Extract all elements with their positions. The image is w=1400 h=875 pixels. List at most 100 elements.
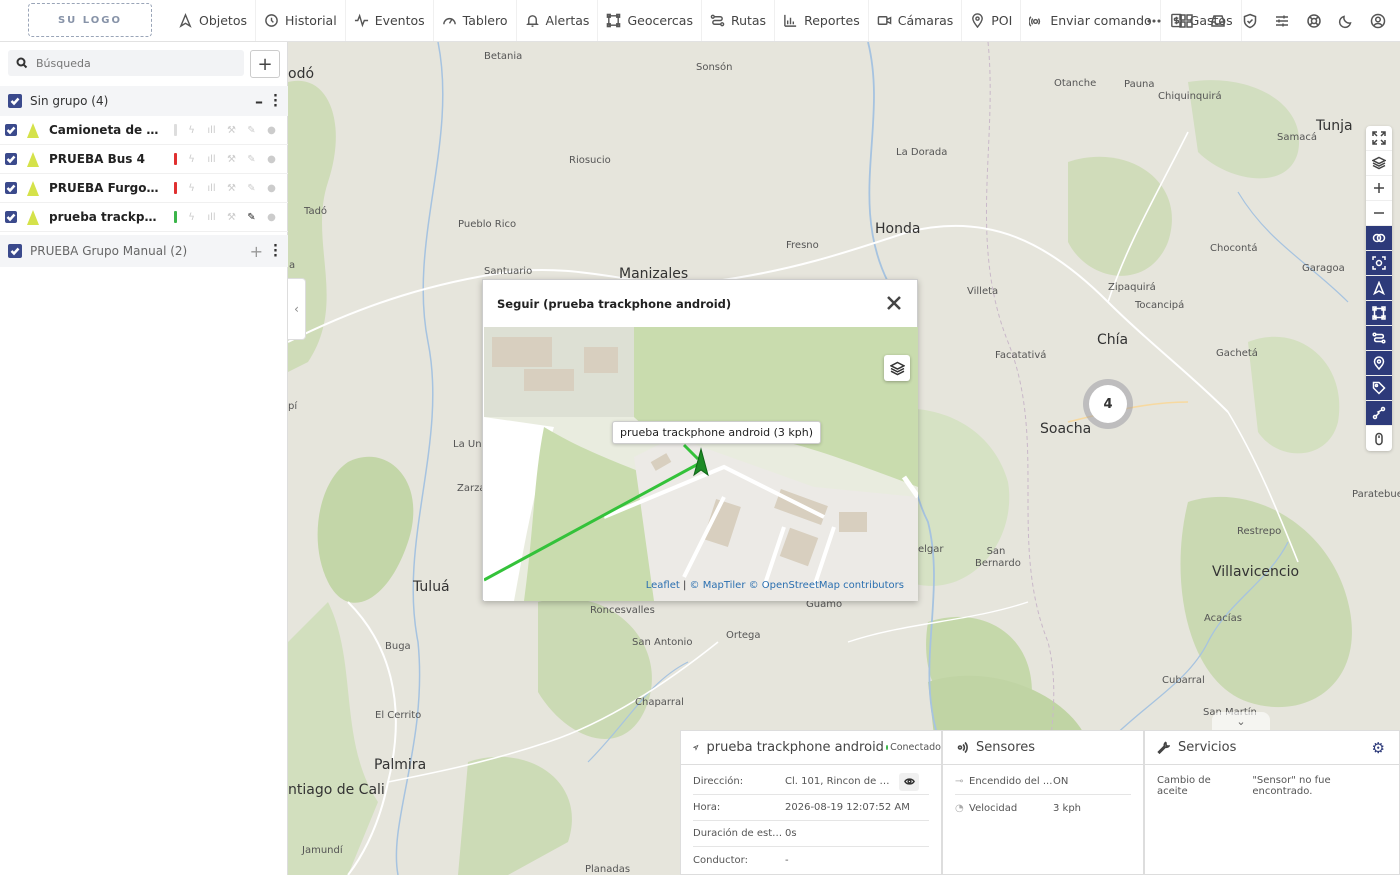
object-info-header: prueba trackphone android Conectado — [681, 731, 941, 765]
object-checkbox[interactable] — [5, 211, 17, 223]
group-checkbox[interactable] — [8, 244, 22, 258]
status-bar — [174, 211, 177, 223]
inbox-button[interactable] — [1202, 0, 1234, 41]
nav-historial[interactable]: Historial — [256, 0, 346, 41]
search-input[interactable] — [36, 56, 216, 70]
follow-window-header[interactable]: Seguir (prueba trackphone android) — [483, 280, 917, 327]
mouse-mode-button[interactable] — [1366, 426, 1392, 451]
map-label: Pueblo Rico — [458, 219, 517, 230]
map-label: Acacías — [1204, 613, 1242, 624]
object-checkbox[interactable] — [5, 153, 17, 165]
group-menu-button[interactable]: · · · — [273, 90, 278, 113]
check-icon — [6, 213, 16, 222]
object-name: prueba trackphon... — [49, 210, 159, 224]
map-label: Facatativá — [995, 350, 1047, 361]
search-box[interactable] — [8, 50, 244, 76]
group-row-sin-grupo[interactable]: Sin grupo (4) – · · · — [0, 86, 288, 116]
bottom-panel-toggle[interactable]: ⌄ — [1212, 712, 1270, 730]
close-button[interactable] — [885, 294, 903, 312]
map-pin-icon — [972, 13, 984, 28]
list-item[interactable]: Camioneta de rep... ϟ ıll ⚒ ✎ ● — [0, 116, 288, 145]
user-button[interactable] — [1362, 0, 1394, 41]
minus-icon — [1374, 212, 1384, 214]
user-circle-icon — [1370, 13, 1386, 28]
security-button[interactable] — [1234, 0, 1266, 41]
nav-poi[interactable]: POI — [962, 0, 1022, 41]
fullscreen-button[interactable] — [1366, 126, 1392, 151]
toggle-tails-button[interactable] — [1366, 401, 1392, 426]
list-item[interactable]: PRUEBA Bus 4 ϟ ıll ⚒ ✎ ● — [0, 145, 288, 174]
zoom-in-button[interactable] — [1366, 176, 1392, 201]
tools-icon: ✎ — [247, 153, 256, 165]
group-checkbox[interactable] — [8, 94, 22, 108]
toggle-clusters-button[interactable] — [1366, 226, 1392, 251]
map-label: Santuario — [484, 266, 533, 277]
nav-objetos[interactable]: Objetos — [170, 0, 256, 41]
group-label: Sin grupo (4) — [30, 94, 109, 108]
route-icon — [710, 14, 725, 27]
expand-group-button[interactable]: + — [250, 242, 263, 261]
info-row: Dirección:Cl. 101, Rincon de La P... — [693, 769, 929, 795]
follow-map[interactable]: prueba trackphone android (3 kph) Leafle… — [484, 327, 918, 601]
add-object-button[interactable]: + — [250, 50, 280, 78]
map-cluster-marker[interactable]: 4 — [1083, 379, 1133, 429]
object-tooltip: prueba trackphone android (3 kph) — [612, 421, 822, 444]
layers-icon — [1372, 156, 1386, 170]
services-settings-button[interactable]: ⚙ — [1372, 739, 1385, 757]
toggle-poi-button[interactable] — [1366, 351, 1392, 376]
status-bar — [174, 182, 177, 194]
object-name: PRUEBA Bus 4 — [49, 152, 145, 166]
nav-alertas[interactable]: Alertas — [517, 0, 599, 41]
geofence-icon — [607, 13, 621, 28]
map-label: Villavicencio — [1212, 564, 1300, 580]
toggle-routes-button[interactable] — [1366, 326, 1392, 351]
map-layers-button[interactable] — [1366, 151, 1392, 176]
leaflet-link[interactable]: Leaflet — [646, 580, 680, 591]
ignition-icon: ϟ — [188, 211, 195, 223]
route-icon — [1372, 332, 1386, 344]
object-checkbox[interactable] — [5, 182, 17, 194]
toggle-geofences-button[interactable] — [1366, 301, 1392, 326]
object-status-icons: ϟ ıll ⚒ ✎ ● — [174, 124, 277, 136]
nav-geocercas[interactable]: Geocercas — [598, 0, 702, 41]
info-row: Hora: 2026-08-19 12:07:52 AM — [693, 795, 929, 821]
services-title: Servicios — [1178, 740, 1237, 755]
toggle-labels-button[interactable] — [1366, 376, 1392, 401]
group-menu-button[interactable]: · · · — [273, 240, 278, 263]
wrench-icon — [1157, 741, 1170, 754]
map-label: a — [289, 260, 296, 271]
maptiler-osm-link[interactable]: © MapTiler © OpenStreetMap contributors — [690, 580, 904, 591]
close-icon — [887, 296, 901, 310]
settings-button[interactable] — [1266, 0, 1298, 41]
follow-window: Seguir (prueba trackphone android) prueb… — [482, 279, 918, 601]
nav-tablero[interactable]: Tablero — [434, 0, 517, 41]
nav-eventos[interactable]: Eventos — [346, 0, 434, 41]
nav-camaras[interactable]: Cámaras — [869, 0, 963, 41]
list-item[interactable]: PRUEBA Furgon 3 ϟ ıll ⚒ ✎ ● — [0, 174, 288, 203]
logo[interactable]: SU LOGO — [28, 3, 152, 37]
mouse-icon — [1375, 432, 1383, 445]
info-row: Duración de esta... 0s — [693, 821, 929, 847]
map-pin-icon — [1373, 356, 1385, 370]
collapse-group-button[interactable]: – — [255, 92, 263, 111]
collapse-sidebar-button[interactable]: ‹ — [288, 278, 306, 340]
show-address-button[interactable] — [899, 772, 919, 791]
follow-layers-button[interactable] — [884, 355, 910, 381]
toggle-objects-button[interactable] — [1366, 276, 1392, 301]
object-info-panel: prueba trackphone android Conectado Dire… — [680, 730, 942, 875]
activity-icon — [354, 13, 368, 28]
nav-rutas[interactable]: Rutas — [702, 0, 776, 41]
map-label: Cubarral — [1162, 675, 1205, 686]
help-button[interactable] — [1298, 0, 1330, 41]
nav-reportes[interactable]: Reportes — [775, 0, 869, 41]
map-label: Palmira — [374, 757, 427, 773]
more-button[interactable] — [1138, 0, 1170, 41]
zoom-out-button[interactable] — [1366, 201, 1392, 226]
fit-bounds-button[interactable] — [1366, 251, 1392, 276]
apps-button[interactable] — [1170, 0, 1202, 41]
map-toolbar — [1366, 126, 1392, 451]
group-row-prueba-grupo-manual[interactable]: PRUEBA Grupo Manual (2) + · · · — [0, 235, 288, 267]
dark-mode-button[interactable] — [1330, 0, 1362, 41]
list-item[interactable]: prueba trackphon... ϟ ıll ⚒ ✎ ● — [0, 203, 288, 232]
object-checkbox[interactable] — [5, 124, 17, 136]
